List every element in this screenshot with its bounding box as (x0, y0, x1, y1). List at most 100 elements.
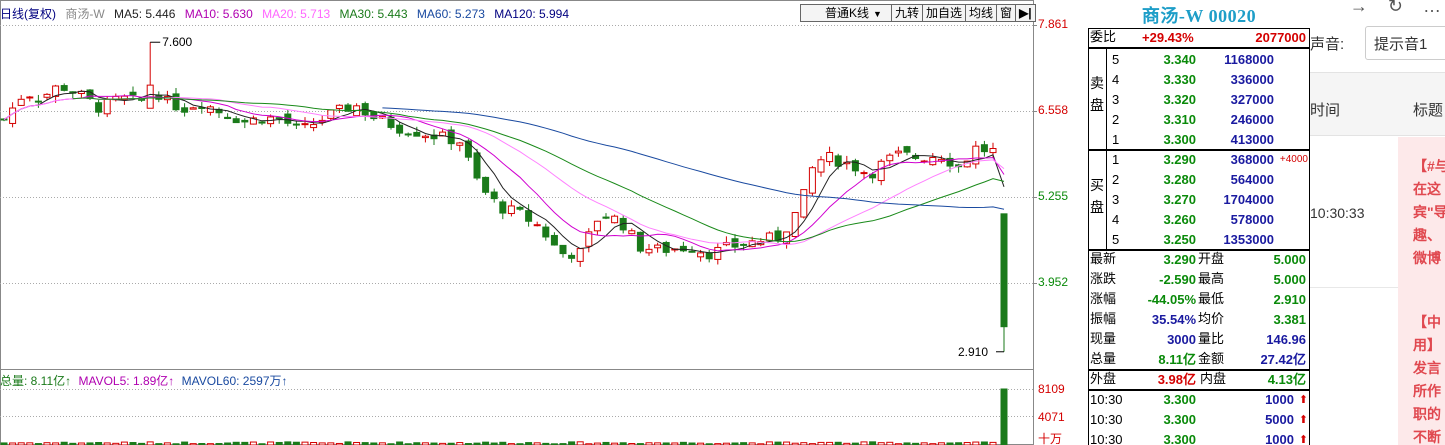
level-volume: 1168000 (1224, 52, 1274, 67)
candle-body (95, 102, 103, 113)
sell-level-row: 4 3.330 336000 (1088, 70, 1310, 90)
candle-body (628, 230, 636, 235)
level-number: 1 (1112, 132, 1120, 147)
high-marker-label: 7.600 (162, 35, 192, 49)
candle-body (697, 252, 705, 258)
stat-label: 量比 (1198, 332, 1225, 347)
candle-body (507, 205, 515, 215)
candle-body (413, 131, 421, 137)
browser-top-bar: → ↻ … 声音: 提示音1 (1310, 0, 1445, 72)
price-axis-label: 6.558 (1038, 103, 1069, 117)
stats-row: 最新 3.290 开盘 5.000 (1088, 250, 1310, 270)
volume-axis-label: 8109 (1038, 382, 1065, 396)
tick-time: 10:30 (1090, 432, 1123, 445)
window-button[interactable]: 窗 (996, 4, 1017, 22)
stat-value: -44.05% (1147, 292, 1196, 307)
level-price: 3.310 (1163, 112, 1196, 127)
column-title: 标题 (1413, 102, 1444, 119)
skip-end-icon[interactable]: ▶| (1015, 4, 1036, 22)
volume-total: 总量: 8.11亿↑ (0, 374, 72, 388)
outer-value: 3.98亿 (1157, 372, 1196, 387)
level-volume: 1353000 (1223, 232, 1274, 247)
candle-body (189, 107, 197, 110)
candle-body (43, 93, 51, 98)
legend-ma120: MA120: 5.994 (494, 7, 570, 21)
tick-volume: 1000 (1265, 392, 1294, 407)
arrow-up-icon: ⬆ (1298, 413, 1308, 426)
level-price: 3.260 (1163, 212, 1196, 227)
candle-body (894, 150, 902, 154)
news-line: 所作 (1413, 383, 1441, 399)
candle-body (834, 155, 842, 167)
more-icon[interactable]: … (1423, 0, 1441, 16)
stat-label: 开盘 (1198, 252, 1225, 267)
candle-body (525, 210, 533, 222)
level-number: 4 (1112, 212, 1120, 227)
moving-average-button[interactable]: 均线 (965, 4, 998, 22)
outer-label: 外盘 (1090, 372, 1117, 387)
stock-title: 商汤-W 00020 (1141, 6, 1257, 26)
candle-body (482, 176, 490, 193)
candle-body (310, 124, 318, 129)
weibi-pct: +29.43% (1142, 30, 1194, 45)
price-axis-label: 7.861 (1038, 17, 1069, 31)
stat-value: 35.54% (1151, 312, 1196, 327)
voice-select[interactable]: 提示音1 (1365, 26, 1445, 60)
weibi-row: 委比 +29.43% 2077000 (1088, 28, 1310, 48)
tick-row: 10:30 3.300 5000 ⬆ (1088, 410, 1310, 430)
candle-body (765, 232, 773, 241)
candle-body (636, 231, 644, 252)
ma30-line (72, 97, 1005, 243)
sell-level-row: 2 3.310 246000 (1088, 110, 1310, 130)
level-volume: 578000 (1230, 212, 1274, 227)
candle-body (1000, 213, 1008, 328)
candle-body (903, 146, 911, 153)
candle-body (421, 135, 429, 139)
kline-chart-area[interactable]: 7.600 2.910 日线(复权) 商汤-W MA5: 5.446 MA10: … (0, 0, 1090, 445)
level-volume: 368000 (1230, 152, 1274, 167)
news-line: 在这 (1413, 181, 1441, 197)
candle-body (989, 148, 997, 154)
buy-level-row: 2 3.280 564000 (1088, 170, 1310, 190)
candle-body (714, 246, 722, 260)
buy-level-row: 3 3.270 1704000 (1088, 190, 1310, 210)
legend-stock-name: 商汤-W (65, 7, 105, 21)
stat-value: 3.381 (1273, 312, 1306, 327)
add-watchlist-button[interactable]: 加自选 (922, 4, 967, 22)
voice-label: 声音: (1310, 36, 1345, 53)
level-volume: 564000 (1230, 172, 1274, 187)
candle-body (576, 248, 584, 262)
candle-body (258, 121, 266, 124)
arrow-up-icon: ⬆ (1298, 393, 1308, 406)
candle-body (886, 154, 894, 162)
candle-body (593, 220, 601, 232)
stat-value: 5.000 (1273, 272, 1306, 287)
tick-volume: 1000 (1265, 432, 1294, 445)
chart-toolbar: 普通K线 ▼ 九转 加自选 均线 窗 ▶| (800, 4, 1036, 22)
tick-row: 10:30 3.300 1000 ⬆ (1088, 430, 1310, 445)
jiuzhuan-button[interactable]: 九转 (891, 4, 924, 22)
candle-body (740, 243, 748, 246)
level-price: 3.270 (1163, 192, 1196, 207)
forward-icon[interactable]: → (1350, 0, 1368, 16)
candle-body (654, 244, 662, 249)
level-price: 3.330 (1163, 72, 1196, 87)
refresh-icon[interactable]: ↻ (1388, 0, 1403, 16)
level-number: 2 (1112, 172, 1120, 187)
stats-row: 涨跌 -2.590 最高 5.000 (1088, 270, 1310, 290)
candle-body (533, 224, 541, 227)
candle-body (129, 91, 137, 96)
level-number: 2 (1112, 112, 1120, 127)
candle-body (550, 234, 558, 246)
news-line: 职的 (1413, 406, 1441, 422)
stat-label: 振幅 (1090, 312, 1117, 327)
candle-body (980, 144, 988, 153)
candle-body (181, 107, 189, 113)
legend-ma20: MA20: 5.713 (262, 7, 331, 21)
candle-body (611, 215, 619, 224)
browser-nav-icons: → ↻ … (1330, 0, 1441, 17)
kline-type-select[interactable]: 普通K线 ▼ (800, 4, 892, 22)
news-line: 不断 (1413, 429, 1441, 445)
news-line: 用】 (1413, 337, 1441, 353)
tick-price: 3.300 (1163, 392, 1196, 407)
